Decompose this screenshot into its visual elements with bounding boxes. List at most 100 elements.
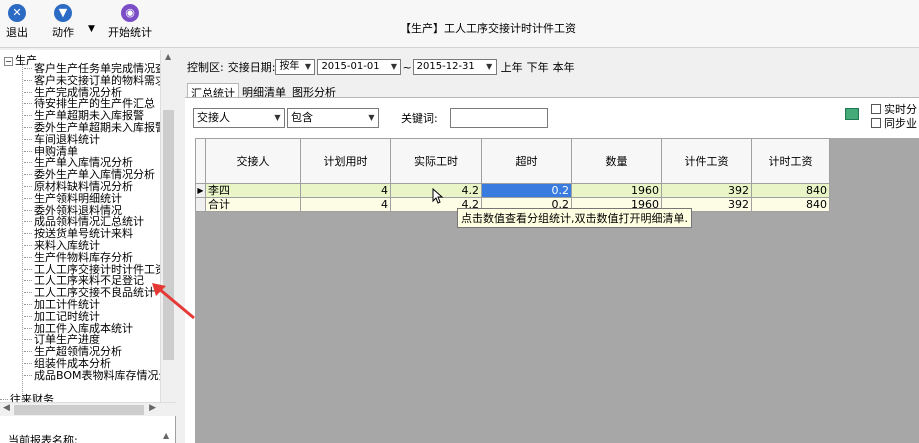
tree-item[interactable]: 申购清单 <box>24 146 78 157</box>
this-year-link[interactable]: 本年 <box>553 59 575 75</box>
tree-vertical-scrollbar[interactable]: ▲ <box>160 50 176 402</box>
keyword-label: 关键词: <box>401 112 438 125</box>
tree-item[interactable]: 生产件物料库存分析 <box>24 252 133 263</box>
header-quantity[interactable]: 数量 <box>571 138 662 184</box>
next-year-link[interactable]: 下年 <box>527 59 549 75</box>
cell-overtime-selected[interactable]: 0.2 <box>481 183 572 198</box>
tree-item[interactable]: 成品领料情况汇总统计 <box>24 216 144 227</box>
data-grid-area: 交接人 计划用时 实际工时 超时 数量 计件工资 计时工资 ▶ 李四 4 4.2 <box>195 138 919 443</box>
chevron-down-icon: ▼ <box>304 62 312 71</box>
tree-item[interactable]: 生产领料明细统计 <box>24 193 122 204</box>
tree-item[interactable]: 生产单超期未入库报警 <box>24 110 144 121</box>
filter-row: 交接人 ▼ 包含 ▼ 关键词: <box>193 108 548 128</box>
main-area: 控制区: 交接日期: 按年 ▼ 2015-01-01 ▼ ~ 2015-12-31 ▼… <box>177 50 919 443</box>
data-grid: 交接人 计划用时 实际工时 超时 数量 计件工资 计时工资 ▶ 李四 4 4.2 <box>195 138 830 212</box>
header-piece-wage[interactable]: 计件工资 <box>661 138 752 184</box>
keyword-input[interactable] <box>449 108 548 128</box>
header-time-wage[interactable]: 计时工资 <box>751 138 830 184</box>
tree-item[interactable]: 生产单入库情况分析 <box>24 157 133 168</box>
annotation-arrow-icon <box>152 283 195 320</box>
hscroll-thumb[interactable] <box>14 405 144 415</box>
cell-planned-time[interactable]: 4 <box>300 183 391 198</box>
tree-item[interactable]: 组装件成本分析 <box>24 358 111 369</box>
realtime-option[interactable]: 实时分 <box>871 102 917 116</box>
action-dropdown-icon[interactable]: ▼ <box>88 24 95 34</box>
scroll-left-icon[interactable]: ◀ <box>3 403 10 413</box>
range-mode-value: 按年 <box>279 61 300 72</box>
date-to-picker[interactable]: 2015-12-31 ▼ <box>412 59 497 75</box>
tree-item[interactable]: 工人工序交接不良品统计 <box>24 287 155 298</box>
control-area-label: 控制区: <box>187 61 224 74</box>
control-row: 控制区: 交接日期: 按年 ▼ 2015-01-01 ▼ ~ 2015-12-31 ▼… <box>187 58 575 76</box>
tree-root-finance[interactable]: 往来财务 <box>0 394 54 402</box>
chevron-down-icon: ▼ <box>368 113 375 122</box>
tree-item[interactable]: 来料入库统计 <box>24 240 100 251</box>
tree-item[interactable]: 加工计件统计 <box>24 299 100 310</box>
cell-time-wage[interactable]: 840 <box>751 197 830 212</box>
tree-item[interactable]: 车间退料统计 <box>24 134 100 145</box>
tree-item[interactable]: 订单生产进度 <box>24 334 100 345</box>
tree-item[interactable]: 客户生产任务单完成情况查 <box>24 63 160 74</box>
tree-item[interactable]: 按送货单号统计来料 <box>24 228 133 239</box>
cell-time-wage[interactable]: 840 <box>751 183 830 198</box>
tree-item[interactable]: 原材料缺料情况分析 <box>24 181 133 192</box>
tree-item[interactable]: 生产完成情况分析 <box>24 87 122 98</box>
date-label: 交接日期: <box>227 61 276 74</box>
grid-header-row: 交接人 计划用时 实际工时 超时 数量 计件工资 计时工资 <box>195 138 830 184</box>
header-overtime[interactable]: 超时 <box>481 138 572 184</box>
tree-item[interactable]: 成品BOM表物料库存情况分 <box>24 370 160 381</box>
export-icon[interactable] <box>845 108 859 120</box>
cell-piece-wage[interactable]: 392 <box>661 183 752 198</box>
tree-item[interactable]: 生产超领情况分析 <box>24 346 122 357</box>
sync-option[interactable]: 同步业 <box>871 116 917 130</box>
collapse-icon[interactable]: − <box>4 56 13 66</box>
realtime-checkbox[interactable] <box>871 104 881 114</box>
current-report-label: 当前报表名称: <box>8 434 78 443</box>
action-button[interactable]: ▼ 动作 <box>52 4 74 40</box>
row-indicator-icon: ▶ <box>195 183 206 198</box>
header-planned-time[interactable]: 计划用时 <box>300 138 391 184</box>
tree-item[interactable]: 加工记时统计 <box>24 311 100 322</box>
tree-item[interactable]: 待安排生产的生产件汇总 <box>24 98 155 109</box>
exit-button[interactable]: ✕ 退出 <box>6 4 28 40</box>
cell-quantity[interactable]: 1960 <box>571 183 662 198</box>
summary-panel: 交接人 ▼ 包含 ▼ 关键词: 实时分 同步业 交接人 计划用时 实际工时 超时… <box>185 97 919 443</box>
exit-icon: ✕ <box>8 4 26 22</box>
prev-year-link[interactable]: 上年 <box>501 59 523 75</box>
action-down-icon: ▼ <box>54 4 72 22</box>
report-scroll-up-icon[interactable]: ▲ <box>163 431 169 440</box>
tree-root-production[interactable]: − 生产 <box>4 52 37 68</box>
row-indicator <box>195 197 206 212</box>
chevron-down-icon: ▼ <box>390 62 398 71</box>
cell-handover-person[interactable]: 李四 <box>205 183 301 198</box>
start-stat-label: 开始统计 <box>108 26 152 39</box>
range-mode-select[interactable]: 按年 ▼ <box>275 59 316 75</box>
header-actual-hours[interactable]: 实际工时 <box>390 138 482 184</box>
option-checkboxes: 实时分 同步业 <box>871 102 917 130</box>
toolbar: ✕ 退出 ▼ 动作 ▼ ◉ 开始统计 【生产】工人工序交接计时计件工资 <box>0 0 919 48</box>
table-row[interactable]: ▶ 李四 4 4.2 0.2 1960 392 840 <box>195 183 830 198</box>
filter-operator-select[interactable]: 包含 ▼ <box>287 108 379 128</box>
tree-item[interactable]: 委外生产单超期未入库报警 <box>24 122 160 133</box>
tree-item[interactable]: 客户未交接订单的物料需求 <box>24 75 160 86</box>
cell-handover-person[interactable]: 合计 <box>205 197 301 212</box>
grid-tooltip: 点击数值查看分组统计,双击数值打开明细清单. <box>457 208 692 228</box>
sync-checkbox[interactable] <box>871 118 881 128</box>
start-stat-icon: ◉ <box>121 4 139 22</box>
exit-label: 退出 <box>6 26 28 39</box>
tree-item[interactable]: 工人工序来料不足登记 <box>24 275 144 286</box>
cell-planned-time[interactable]: 4 <box>300 197 391 212</box>
scroll-right-icon[interactable]: ▶ <box>149 403 156 413</box>
tree-item[interactable]: 委外生产单入库情况分析 <box>24 169 155 180</box>
filter-field-select[interactable]: 交接人 ▼ <box>193 108 285 128</box>
scroll-up-icon[interactable]: ▲ <box>165 52 171 61</box>
date-from-picker[interactable]: 2015-01-01 ▼ <box>317 59 402 75</box>
tree-item[interactable]: 加工件入库成本统计 <box>24 323 133 334</box>
tree-item[interactable]: 工人工序交接计时计件工资 <box>24 264 160 275</box>
header-handover-person[interactable]: 交接人 <box>205 138 301 184</box>
tree-horizontal-scrollbar[interactable]: ◀ ▶ <box>0 402 176 416</box>
action-label: 动作 <box>52 26 74 39</box>
start-stat-button[interactable]: ◉ 开始统计 <box>108 4 152 40</box>
scroll-thumb[interactable] <box>163 110 174 360</box>
tree-item[interactable]: 委外领料退料情况 <box>24 205 122 216</box>
